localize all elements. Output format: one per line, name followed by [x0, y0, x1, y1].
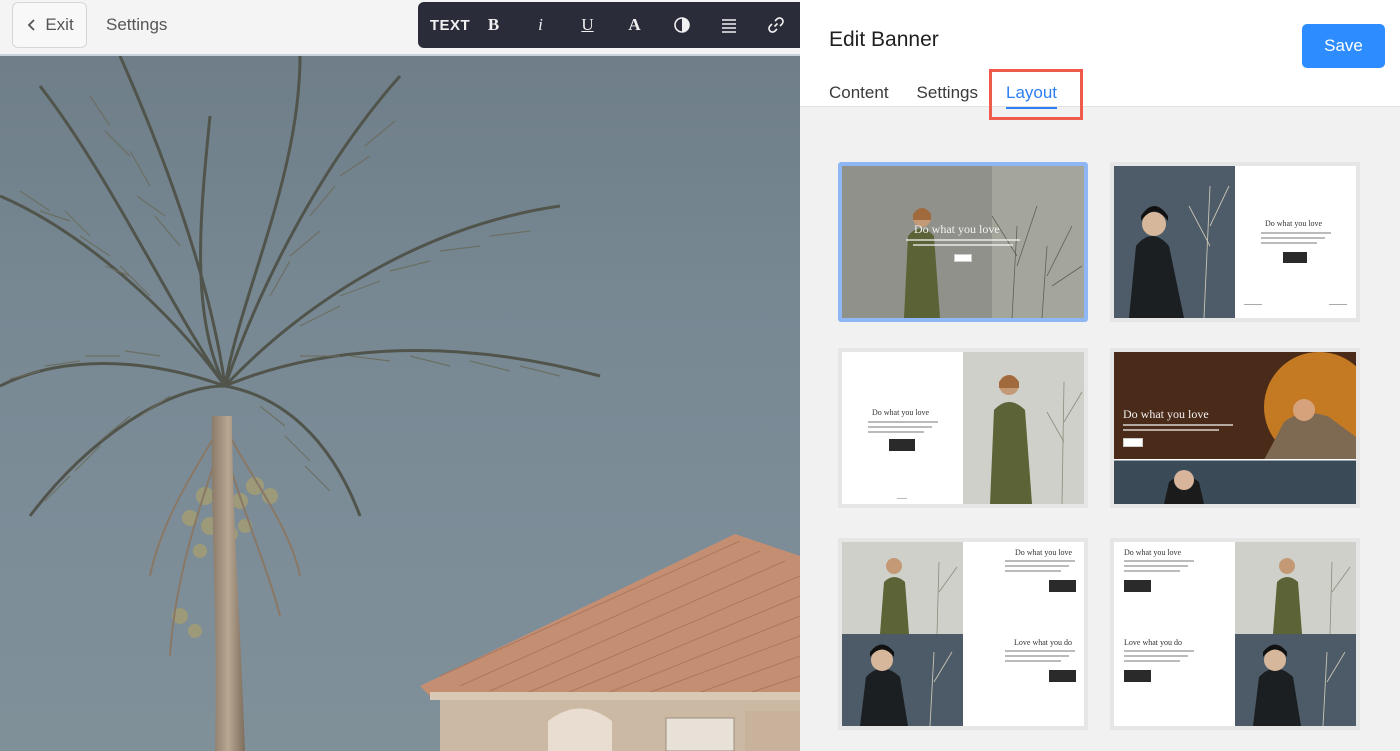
- contrast-icon[interactable]: [658, 2, 705, 48]
- layout-heading: Do what you love: [914, 222, 1000, 236]
- layout-option-6[interactable]: Do what you love Love what you do: [1110, 538, 1360, 730]
- text-style-label[interactable]: TEXT: [430, 2, 470, 48]
- palm-tree-house-image: [0, 56, 800, 751]
- tab-settings[interactable]: Settings: [917, 83, 978, 105]
- panel-tabs: Content Settings Layout: [829, 83, 1085, 109]
- save-button[interactable]: Save: [1302, 24, 1385, 68]
- font-icon[interactable]: A: [611, 2, 658, 48]
- layout-heading: Do what you love: [1123, 407, 1209, 421]
- exit-button[interactable]: Exit: [12, 2, 87, 48]
- align-icon[interactable]: [705, 2, 752, 48]
- underline-icon[interactable]: U: [564, 2, 611, 48]
- layout-heading-2: Love what you do: [1014, 638, 1072, 647]
- layout-heading: Do what you love: [1265, 219, 1323, 228]
- layout-option-5[interactable]: Do what you love Love what you do: [838, 538, 1088, 730]
- panel-title: Edit Banner: [829, 28, 939, 51]
- layout-option-4[interactable]: Do what you love: [1110, 348, 1360, 508]
- layout-heading: Do what you love: [1015, 548, 1073, 557]
- link-icon[interactable]: [752, 2, 799, 48]
- bold-icon[interactable]: B: [470, 2, 517, 48]
- panel-header: Edit Banner Save Content Settings Layout: [800, 0, 1400, 109]
- tab-layout[interactable]: Layout: [1005, 83, 1058, 109]
- tab-content[interactable]: Content: [829, 83, 889, 105]
- layout-option-2[interactable]: Do what you love: [1110, 162, 1360, 322]
- edit-banner-panel: Edit Banner Save Content Settings Layout…: [800, 0, 1400, 751]
- italic-icon[interactable]: i: [517, 2, 564, 48]
- editor-settings-link[interactable]: Settings: [106, 15, 167, 35]
- editor-canvas: Exit Settings TEXT B i U A: [0, 0, 800, 751]
- layout-heading: Do what you love: [872, 408, 930, 417]
- layout-option-3[interactable]: Do what you love: [838, 348, 1088, 508]
- layout-option-1[interactable]: Do what you love: [838, 162, 1088, 322]
- text-format-toolbar: TEXT B i U A: [418, 2, 800, 48]
- chevron-left-icon: [28, 19, 35, 31]
- layout-heading-2: Love what you do: [1124, 638, 1182, 647]
- layout-heading: Do what you love: [1124, 548, 1182, 557]
- exit-label: Exit: [45, 15, 74, 34]
- banner-background-image[interactable]: [0, 56, 800, 751]
